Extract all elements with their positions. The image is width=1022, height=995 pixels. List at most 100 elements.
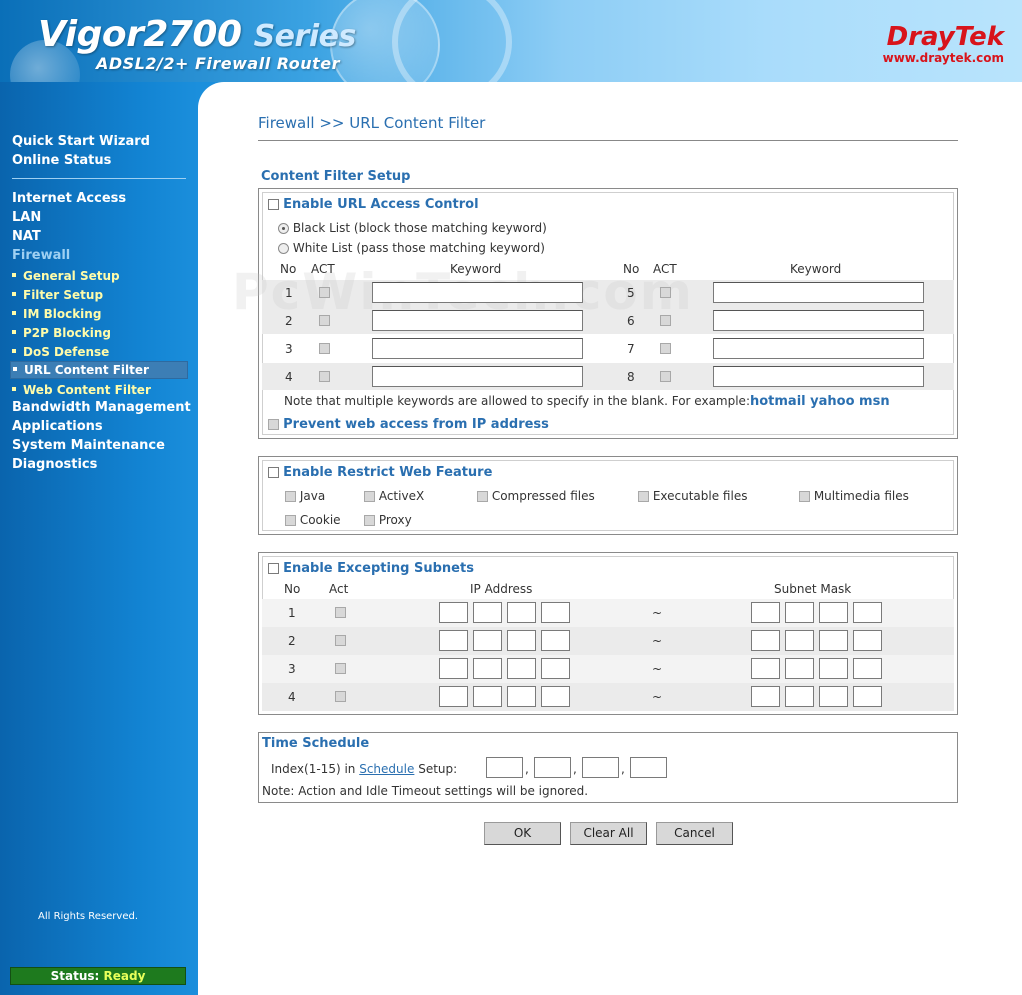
keyword-input[interactable] xyxy=(372,282,583,303)
sidebar-sub-filter-setup[interactable]: Filter Setup xyxy=(12,288,103,302)
mask-octet-input[interactable] xyxy=(819,630,848,651)
sidebar-item-online-status[interactable]: Online Status xyxy=(12,153,111,168)
enable-url-access-checkbox[interactable] xyxy=(268,199,279,210)
mask-octet-input[interactable] xyxy=(785,658,814,679)
keyword-input[interactable] xyxy=(372,338,583,359)
act-checkbox[interactable] xyxy=(335,691,346,702)
sidebar-sub-general-setup[interactable]: General Setup xyxy=(12,269,120,283)
ip-octet-input[interactable] xyxy=(507,686,536,707)
keyword-input[interactable] xyxy=(713,282,924,303)
keyword-input[interactable] xyxy=(713,366,924,387)
sidebar-item-internet-access[interactable]: Internet Access xyxy=(12,191,126,206)
enable-excepting-subnets-checkbox[interactable] xyxy=(268,563,279,574)
act-checkbox[interactable] xyxy=(319,371,330,382)
option-compressed-files[interactable]: Compressed files xyxy=(477,489,595,503)
ip-octet-input[interactable] xyxy=(473,658,502,679)
mask-octet-input[interactable] xyxy=(853,630,882,651)
option-proxy[interactable]: Proxy xyxy=(364,513,412,527)
schedule-index-input[interactable] xyxy=(486,757,523,778)
mask-octet-input[interactable] xyxy=(853,658,882,679)
sidebar-item-system-maintenance[interactable]: System Maintenance xyxy=(12,438,165,453)
prevent-ip-checkbox[interactable] xyxy=(268,419,279,430)
ok-button[interactable]: OK xyxy=(484,822,561,845)
ip-octet-input[interactable] xyxy=(439,630,468,651)
mask-octet-input[interactable] xyxy=(785,686,814,707)
act-checkbox[interactable] xyxy=(335,663,346,674)
ip-octet-input[interactable] xyxy=(541,630,570,651)
executable-files-checkbox[interactable] xyxy=(638,491,649,502)
sidebar-item-nat[interactable]: NAT xyxy=(12,229,41,244)
act-checkbox[interactable] xyxy=(660,371,671,382)
ip-octet-input[interactable] xyxy=(473,686,502,707)
prevent-ip-access[interactable]: Prevent web access from IP address xyxy=(268,417,549,432)
sidebar-item-quick-start-wizard[interactable]: Quick Start Wizard xyxy=(12,134,150,149)
sidebar-sub-url-content-filter[interactable]: URL Content Filter xyxy=(10,361,188,379)
schedule-index-input[interactable] xyxy=(630,757,667,778)
act-checkbox[interactable] xyxy=(319,343,330,354)
enable-excepting-subnets[interactable]: Enable Excepting Subnets xyxy=(268,561,474,576)
mask-octet-input[interactable] xyxy=(819,658,848,679)
ip-octet-input[interactable] xyxy=(507,602,536,623)
mask-octet-input[interactable] xyxy=(751,686,780,707)
act-checkbox[interactable] xyxy=(335,635,346,646)
sidebar-item-bandwidth-management[interactable]: Bandwidth Management xyxy=(12,400,191,415)
mask-octet-input[interactable] xyxy=(785,630,814,651)
sidebar-item-lan[interactable]: LAN xyxy=(12,210,41,225)
act-checkbox[interactable] xyxy=(319,315,330,326)
sidebar-item-applications[interactable]: Applications xyxy=(12,419,103,434)
sidebar-item-firewall[interactable]: Firewall xyxy=(12,248,70,263)
act-checkbox[interactable] xyxy=(660,315,671,326)
mask-octet-input[interactable] xyxy=(785,602,814,623)
activex-checkbox[interactable] xyxy=(364,491,375,502)
compressed-files-checkbox[interactable] xyxy=(477,491,488,502)
cookie-checkbox[interactable] xyxy=(285,515,296,526)
white-list-radio[interactable] xyxy=(278,243,289,254)
ip-octet-input[interactable] xyxy=(541,602,570,623)
option-cookie[interactable]: Cookie xyxy=(285,513,341,527)
multimedia-files-checkbox[interactable] xyxy=(799,491,810,502)
java-checkbox[interactable] xyxy=(285,491,296,502)
mask-octet-input[interactable] xyxy=(751,658,780,679)
keyword-input[interactable] xyxy=(713,310,924,331)
act-checkbox[interactable] xyxy=(319,287,330,298)
ip-octet-input[interactable] xyxy=(541,686,570,707)
black-list-radio[interactable] xyxy=(278,223,289,234)
keyword-input[interactable] xyxy=(372,310,583,331)
option-executable-files[interactable]: Executable files xyxy=(638,489,747,503)
act-checkbox[interactable] xyxy=(335,607,346,618)
schedule-index-input[interactable] xyxy=(534,757,571,778)
enable-restrict-web-checkbox[interactable] xyxy=(268,467,279,478)
act-checkbox[interactable] xyxy=(660,343,671,354)
mask-octet-input[interactable] xyxy=(853,602,882,623)
enable-restrict-web[interactable]: Enable Restrict Web Feature xyxy=(268,465,492,480)
ip-octet-input[interactable] xyxy=(439,602,468,623)
schedule-link[interactable]: Schedule xyxy=(359,762,414,776)
mask-octet-input[interactable] xyxy=(819,686,848,707)
mask-octet-input[interactable] xyxy=(751,630,780,651)
sidebar-sub-p2p-blocking[interactable]: P2P Blocking xyxy=(12,326,111,340)
keyword-input[interactable] xyxy=(713,338,924,359)
ip-octet-input[interactable] xyxy=(473,602,502,623)
mask-octet-input[interactable] xyxy=(853,686,882,707)
ip-octet-input[interactable] xyxy=(507,630,536,651)
mask-octet-input[interactable] xyxy=(819,602,848,623)
schedule-index-input[interactable] xyxy=(582,757,619,778)
ip-octet-input[interactable] xyxy=(439,658,468,679)
sidebar-sub-dos-defense[interactable]: DoS Defense xyxy=(12,345,109,359)
ip-octet-input[interactable] xyxy=(473,630,502,651)
sidebar-item-diagnostics[interactable]: Diagnostics xyxy=(12,457,97,472)
mask-octet-input[interactable] xyxy=(751,602,780,623)
clear-all-button[interactable]: Clear All xyxy=(570,822,647,845)
ip-octet-input[interactable] xyxy=(541,658,570,679)
enable-url-access-control[interactable]: Enable URL Access Control xyxy=(268,197,479,212)
sidebar-sub-im-blocking[interactable]: IM Blocking xyxy=(12,307,101,321)
white-list-option[interactable]: White List (pass those matching keyword) xyxy=(278,241,545,255)
act-checkbox[interactable] xyxy=(660,287,671,298)
keyword-input[interactable] xyxy=(372,366,583,387)
ip-octet-input[interactable] xyxy=(439,686,468,707)
cancel-button[interactable]: Cancel xyxy=(656,822,733,845)
option-java[interactable]: Java xyxy=(285,489,325,503)
black-list-option[interactable]: Black List (block those matching keyword… xyxy=(278,221,547,235)
sidebar-sub-web-content-filter[interactable]: Web Content Filter xyxy=(12,383,151,397)
option-multimedia-files[interactable]: Multimedia files xyxy=(799,489,909,503)
